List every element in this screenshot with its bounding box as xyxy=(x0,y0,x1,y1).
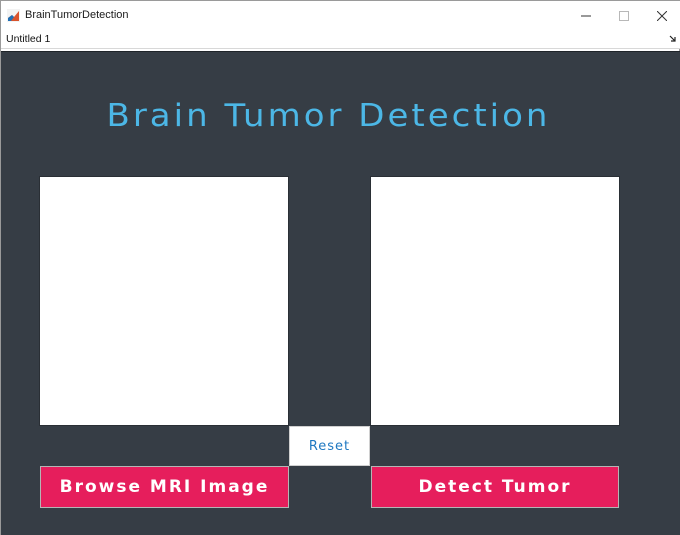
title-bar[interactable]: BrainTumorDetection xyxy=(1,1,680,31)
window-title: BrainTumorDetection xyxy=(25,9,129,21)
menu-label[interactable]: Untitled 1 xyxy=(6,33,50,45)
output-image-panel xyxy=(370,176,620,426)
page-title: Brain Tumor Detection xyxy=(106,97,551,135)
close-icon xyxy=(657,11,667,21)
detect-tumor-button[interactable]: Detect Tumor xyxy=(371,466,619,508)
dock-arrow-icon[interactable] xyxy=(669,35,677,43)
input-image-panel xyxy=(39,176,289,426)
app-window: BrainTumorDetection Untitled 1 Brain Tum… xyxy=(0,0,680,535)
matlab-logo-icon xyxy=(7,9,20,22)
close-button[interactable] xyxy=(643,1,680,31)
app-canvas: Brain Tumor Detection Reset Browse MRI I… xyxy=(1,51,680,535)
minimize-button[interactable] xyxy=(567,1,605,31)
reset-button[interactable]: Reset xyxy=(289,426,370,466)
maximize-button[interactable] xyxy=(605,1,643,31)
browse-mri-button[interactable]: Browse MRI Image xyxy=(40,466,289,508)
maximize-icon xyxy=(619,11,629,21)
menu-bar: Untitled 1 xyxy=(1,31,680,49)
minimize-icon xyxy=(581,15,591,17)
